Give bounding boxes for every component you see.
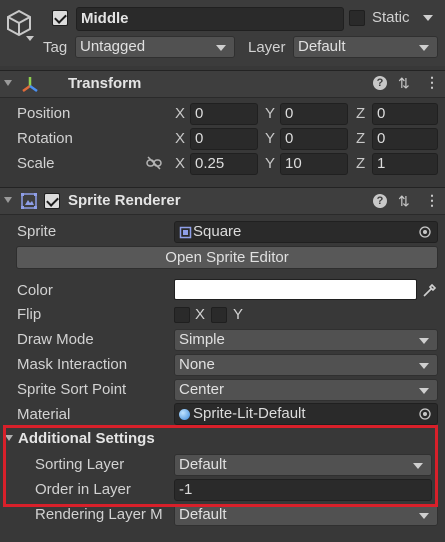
rendering-layer-mask-dropdown[interactable]: Default xyxy=(174,504,438,526)
mask-interaction-label: Mask Interaction xyxy=(17,356,128,373)
rotation-y-field[interactable]: 0 xyxy=(280,128,348,150)
rotation-z-field[interactable]: 0 xyxy=(372,128,438,150)
rotation-z-axis[interactable]: Z xyxy=(356,129,365,149)
chevron-down-icon xyxy=(419,45,429,51)
rotation-x-field[interactable]: 0 xyxy=(190,128,258,150)
rotation-label: Rotation xyxy=(17,130,73,147)
position-label: Position xyxy=(17,105,71,122)
more-options-icon[interactable]: ⋮ xyxy=(425,192,439,208)
open-sprite-editor-button[interactable]: Open Sprite Editor xyxy=(16,246,438,269)
position-z-field[interactable]: 0 xyxy=(372,103,438,125)
scale-x-axis[interactable]: X xyxy=(175,154,185,174)
draw-mode-dropdown[interactable]: Simple xyxy=(174,329,438,351)
chevron-down-icon xyxy=(216,45,226,51)
help-icon[interactable]: ? xyxy=(373,76,387,90)
sprite-renderer-title: Sprite Renderer xyxy=(68,192,181,209)
sprite-sort-point-dropdown[interactable]: Center xyxy=(174,379,438,401)
static-checkbox[interactable] xyxy=(349,10,365,26)
draw-mode-label: Draw Mode xyxy=(17,331,94,348)
position-z-axis[interactable]: Z xyxy=(356,104,365,124)
layer-value: Default xyxy=(298,38,346,55)
static-dropdown-icon[interactable] xyxy=(423,15,433,21)
chevron-down-icon xyxy=(419,513,429,519)
color-label: Color xyxy=(17,282,53,299)
rendering-layer-mask-value: Default xyxy=(179,506,227,523)
scale-y-field[interactable]: 10 xyxy=(280,153,348,175)
object-picker-icon[interactable] xyxy=(419,408,431,420)
draw-mode-value: Simple xyxy=(179,331,225,348)
object-name-field[interactable]: Middle xyxy=(76,7,344,31)
chevron-down-icon xyxy=(419,363,429,369)
rotation-y-axis[interactable]: Y xyxy=(265,129,275,149)
scale-label: Scale xyxy=(17,155,55,172)
active-checkbox[interactable] xyxy=(52,10,68,26)
flip-x-label: X xyxy=(195,306,206,323)
eyedropper-icon[interactable] xyxy=(421,281,439,299)
rendering-layer-mask-label: Rendering Layer M xyxy=(35,506,163,523)
presets-icon[interactable]: ⇅ xyxy=(398,193,410,209)
scale-z-field[interactable]: 1 xyxy=(372,153,438,175)
collapse-arrow-icon[interactable] xyxy=(4,80,12,86)
scale-y-axis[interactable]: Y xyxy=(265,154,275,174)
sprite-label: Sprite xyxy=(17,223,57,240)
layer-dropdown[interactable]: Default xyxy=(293,36,438,58)
position-y-field[interactable]: 0 xyxy=(280,103,348,125)
position-x-field[interactable]: 0 xyxy=(190,103,258,125)
position-x-axis[interactable]: X xyxy=(175,104,185,124)
flip-y-checkbox[interactable] xyxy=(211,307,227,323)
material-label: Material xyxy=(17,406,71,423)
help-icon[interactable]: ? xyxy=(373,194,387,208)
cube-icon xyxy=(7,9,31,37)
mask-interaction-dropdown[interactable]: None xyxy=(174,354,438,376)
sprite-renderer-icon xyxy=(21,193,37,209)
sprite-value: Square xyxy=(193,223,242,240)
scale-z-axis[interactable]: Z xyxy=(356,154,365,174)
tag-value: Untagged xyxy=(80,38,146,55)
color-swatch[interactable] xyxy=(174,279,417,300)
flip-x-checkbox[interactable] xyxy=(174,307,190,323)
transform-icon xyxy=(22,77,38,93)
prefab-dropdown-arrow-icon[interactable] xyxy=(26,36,34,41)
sprite-sort-point-value: Center xyxy=(179,381,225,398)
tag-dropdown[interactable]: Untagged xyxy=(75,36,235,58)
material-asset-icon xyxy=(179,409,190,420)
sprite-renderer-enabled-checkbox[interactable] xyxy=(44,193,60,209)
chevron-down-icon xyxy=(419,388,429,394)
chevron-down-icon xyxy=(419,338,429,344)
sprite-object-field[interactable]: Square xyxy=(174,221,438,243)
scale-x-field[interactable]: 0.25 xyxy=(190,153,258,175)
presets-icon[interactable]: ⇅ xyxy=(398,75,410,91)
static-label: Static xyxy=(372,9,410,26)
more-options-icon[interactable]: ⋮ xyxy=(425,74,439,90)
material-object-field[interactable]: Sprite-Lit-Default xyxy=(174,403,438,425)
position-y-axis[interactable]: Y xyxy=(265,104,275,124)
tag-label: Tag xyxy=(43,39,68,56)
flip-y-label: Y xyxy=(233,306,244,323)
object-picker-icon[interactable] xyxy=(419,226,431,238)
layer-label: Layer xyxy=(248,39,286,56)
material-value: Sprite-Lit-Default xyxy=(193,405,306,422)
collapse-arrow-icon[interactable] xyxy=(4,197,12,203)
transform-title: Transform xyxy=(68,75,142,92)
flip-label: Flip xyxy=(17,306,42,323)
constrain-proportions-icon[interactable] xyxy=(146,156,162,170)
sprite-sort-point-label: Sprite Sort Point xyxy=(17,381,127,398)
sprite-asset-icon xyxy=(179,226,192,239)
rotation-x-axis[interactable]: X xyxy=(175,129,185,149)
highlight-box xyxy=(3,425,438,507)
mask-interaction-value: None xyxy=(179,356,215,373)
